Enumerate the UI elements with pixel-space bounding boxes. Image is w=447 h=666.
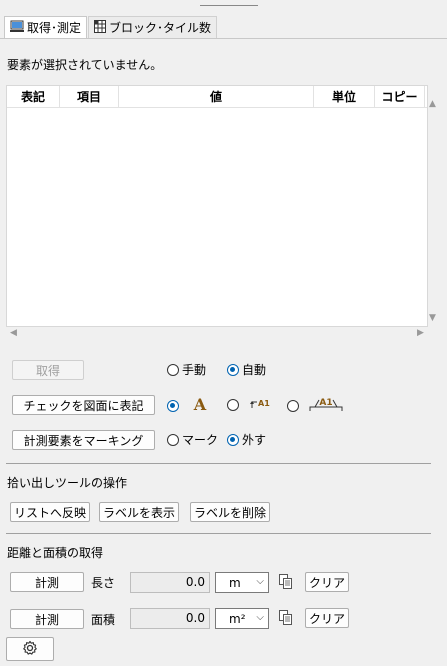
mark-elements-button[interactable]: 計測要素をマーキング — [12, 430, 155, 450]
text-A-label: A — [193, 396, 207, 412]
annotate-option-bracket-a1[interactable]: A1 — [287, 396, 343, 415]
tab-bar: 取得･測定 ブロック･タイル数 — [4, 16, 218, 38]
area-unit-select[interactable]: m² ⌵ — [215, 608, 269, 629]
unit-value: m — [229, 575, 241, 590]
radio-circle — [167, 433, 179, 446]
section-divider — [6, 533, 431, 534]
radio-circle — [167, 363, 179, 376]
status-message: 要素が選択されていません。 — [7, 58, 163, 72]
column-header[interactable]: 表記 — [7, 86, 60, 107]
scroll-down-icon[interactable]: ▼ — [429, 313, 436, 323]
radio-label: マーク — [182, 433, 219, 447]
arrow-A1-icon: A1 — [250, 396, 276, 413]
length-unit-select[interactable]: m ⌵ — [215, 572, 269, 593]
tab-divider — [0, 38, 447, 39]
column-header[interactable]: 項目 — [60, 86, 119, 107]
panel-grip — [200, 5, 258, 6]
column-header[interactable]: 値 — [119, 86, 314, 107]
clear-area-button[interactable]: クリア — [305, 608, 349, 628]
marking-remove-radio[interactable]: 外す — [227, 431, 266, 448]
radio-circle — [227, 398, 239, 411]
copy-icon[interactable] — [279, 574, 293, 593]
bracket-A1-icon: A1 — [309, 396, 343, 415]
copy-icon[interactable] — [279, 610, 293, 629]
scroll-up-icon[interactable]: ▲ — [429, 99, 436, 109]
show-labels-button[interactable]: ラベルを表示 — [99, 502, 179, 522]
annotate-option-arrow-a1[interactable]: A1 — [227, 396, 276, 413]
reflect-to-list-button[interactable]: リストへ反映 — [10, 502, 90, 522]
gear-icon — [22, 640, 38, 659]
measure-length-button[interactable]: 計測 — [10, 572, 84, 592]
radio-label: 外す — [242, 433, 267, 447]
tab-block-tile-count[interactable]: ブロック･タイル数 — [88, 16, 218, 38]
text-A-icon: A — [192, 395, 208, 415]
grid-icon — [94, 19, 107, 36]
radio-circle — [227, 433, 239, 446]
marking-mark-radio[interactable]: マーク — [167, 431, 218, 448]
chevron-down-icon: ⌵ — [256, 612, 264, 623]
bracket-A1-label: A1 — [319, 398, 332, 408]
acquire-button[interactable]: 取得 — [12, 360, 84, 380]
measurement-table[interactable]: 表記 項目 値 単位 コピー — [6, 85, 428, 327]
mode-auto-radio[interactable]: 自動 — [227, 361, 266, 378]
radio-circle — [167, 399, 179, 412]
tab-acquire-measure[interactable]: 取得･測定 — [4, 16, 88, 38]
chevron-down-icon: ⌵ — [256, 576, 264, 587]
length-value: 0.0 — [130, 572, 210, 593]
radio-label: 手動 — [182, 363, 207, 377]
annotate-drawing-button[interactable]: チェックを図面に表記 — [12, 395, 155, 415]
monitor-icon — [10, 20, 24, 36]
radio-label: 自動 — [242, 363, 267, 377]
length-label: 長さ — [91, 576, 116, 590]
annotate-option-text-a[interactable]: A — [167, 395, 208, 415]
distance-area-title: 距離と面積の取得 — [7, 546, 104, 560]
unit-value: m² — [229, 611, 246, 626]
mode-manual-radio[interactable]: 手動 — [167, 361, 206, 378]
scroll-left-icon[interactable]: ◀ — [10, 328, 17, 338]
section-divider — [6, 463, 431, 464]
vertical-scrollbar[interactable]: ▲ ▼ — [428, 85, 441, 327]
picker-tools-title: 拾い出しツールの操作 — [7, 476, 128, 490]
area-label: 面積 — [91, 613, 116, 627]
settings-button[interactable] — [6, 637, 54, 661]
column-header[interactable]: コピー — [375, 86, 425, 107]
delete-labels-button[interactable]: ラベルを削除 — [190, 502, 270, 522]
measure-area-button[interactable]: 計測 — [10, 609, 84, 629]
radio-circle — [227, 363, 239, 376]
table-header: 表記 項目 値 単位 コピー — [7, 86, 427, 108]
tab-label: 取得･測定 — [27, 21, 82, 35]
area-value: 0.0 — [130, 608, 210, 629]
column-header[interactable]: 単位 — [314, 86, 375, 107]
clear-length-button[interactable]: クリア — [305, 572, 349, 592]
arrow-A1-label: A1 — [258, 399, 270, 408]
radio-circle — [287, 399, 299, 412]
tab-label: ブロック･タイル数 — [109, 21, 212, 35]
scroll-right-icon[interactable]: ▶ — [417, 328, 424, 338]
